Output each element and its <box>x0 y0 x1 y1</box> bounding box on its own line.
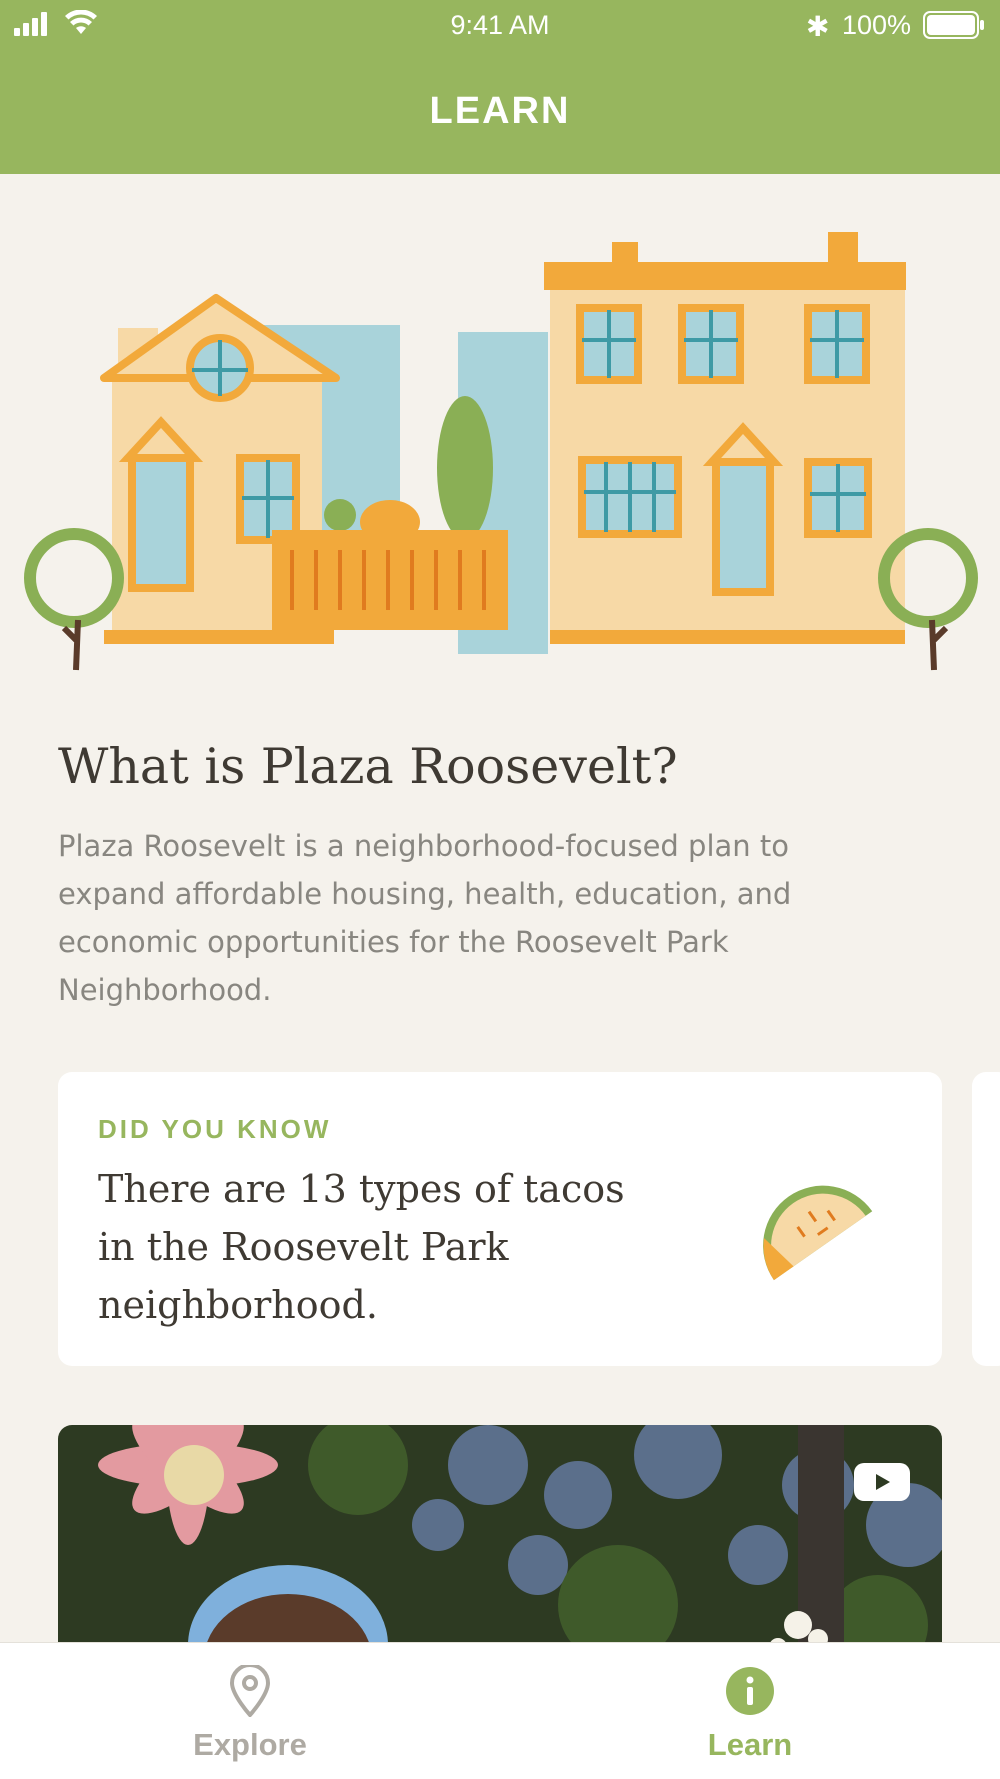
video-card[interactable] <box>58 1425 942 1665</box>
did-you-know-card[interactable]: DID YOU KNOW There are 13 types of tacos… <box>58 1072 942 1366</box>
tab-bar: Explore Learn <box>0 1642 1000 1779</box>
neighborhood-illustration <box>24 232 978 671</box>
tab-learn-label: Learn <box>707 1727 793 1762</box>
info-icon <box>726 1667 774 1715</box>
bluetooth-icon: ✱ <box>806 11 830 42</box>
status-bar: 9:41 AM ✱ 100% <box>0 0 1000 50</box>
battery-icon <box>923 11 984 39</box>
card-eyebrow: DID YOU KNOW <box>98 1114 332 1144</box>
page-title: LEARN <box>429 90 571 132</box>
youtube-play-icon[interactable] <box>854 1463 910 1501</box>
taco-icon <box>763 1185 873 1281</box>
intro-title: What is Plaza Roosevelt? <box>58 738 678 795</box>
tab-explore-label: Explore <box>193 1727 307 1762</box>
intro-body: Plaza Roosevelt is a neighborhood-focuse… <box>58 829 792 1007</box>
app-header: 9:41 AM ✱ 100% LEARN <box>0 0 1000 174</box>
card-fact-text: There are 13 types of tacos in the Roose… <box>98 1167 625 1327</box>
tab-learn[interactable]: Learn <box>500 1643 1000 1779</box>
map-pin-icon <box>229 1665 271 1717</box>
tab-explore[interactable]: Explore <box>0 1643 500 1779</box>
next-card-peek[interactable] <box>972 1072 1000 1366</box>
battery-percent: 100% <box>842 10 912 40</box>
video-thumbnail <box>58 1425 942 1665</box>
